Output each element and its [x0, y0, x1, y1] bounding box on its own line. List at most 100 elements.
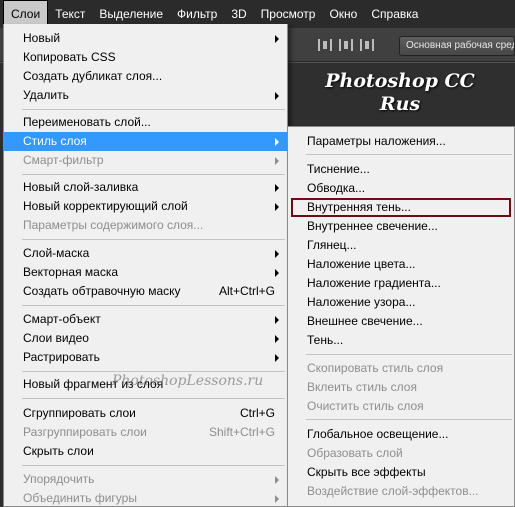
menu-item-label: Глобальное освещение... — [307, 427, 449, 441]
menu-item-label: Глянец... — [307, 238, 357, 252]
menu-item-duplicate-layer[interactable]: Создать дубликат слоя... — [4, 67, 287, 86]
menu-item-smart-filter[interactable]: Смарт-фильтр — [4, 151, 287, 170]
menu-item-shortcut: Ctrl+G — [239, 406, 275, 420]
menu-item-blending-options[interactable]: Параметры наложения... — [288, 132, 514, 151]
menu-item-label: Объединить фигуры — [23, 491, 137, 505]
menu-item-label: Смарт-объект — [23, 312, 101, 326]
menu-item-copy-layer-style[interactable]: Скопировать стиль слоя — [288, 359, 514, 378]
menu-separator — [306, 354, 512, 355]
submenu-arrow-icon — [275, 138, 279, 146]
menu-item-label: Воздействие слой-эффектов... — [307, 484, 479, 498]
menu-item-label: Наложение цвета... — [307, 257, 416, 271]
menu-item-label: Копировать CSS — [23, 50, 116, 64]
menu-item-label: Тень... — [307, 333, 344, 347]
layer-style-submenu: Параметры наложения... Тиснение... Обвод… — [287, 126, 515, 507]
menu-item-inner-shadow[interactable]: Внутренняя тень... — [291, 198, 511, 217]
menu-item-video-layers[interactable]: Слои видео — [4, 329, 287, 348]
submenu-arrow-icon — [275, 335, 279, 343]
menu-item-satin[interactable]: Глянец... — [288, 236, 514, 255]
menu-item-drop-shadow[interactable]: Тень... — [288, 331, 514, 350]
menu-separator — [22, 465, 285, 466]
menu-item-new[interactable]: Новый — [4, 29, 287, 48]
menu-item-scale-effects[interactable]: Воздействие слой-эффектов... — [288, 482, 514, 501]
menu-item-new-adjustment-layer[interactable]: Новый корректирующий слой — [4, 197, 287, 216]
menu-item-vector-mask[interactable]: Векторная маска — [4, 263, 287, 282]
menu-item-hide-layers[interactable]: Скрыть слои — [4, 442, 287, 461]
menu-item-label: Создать дубликат слоя... — [23, 69, 163, 83]
align-right-icon[interactable] — [360, 39, 374, 51]
menu-item-label: Переименовать слой... — [23, 115, 151, 129]
menu-item-pattern-overlay[interactable]: Наложение узора... — [288, 293, 514, 312]
menu-item-create-layer[interactable]: Образовать слой — [288, 444, 514, 463]
menu-separator — [22, 305, 285, 306]
menu-item-rasterize[interactable]: Растрировать — [4, 348, 287, 367]
workspace-select[interactable]: Основная рабочая среда — [399, 36, 515, 56]
menu-item-stroke[interactable]: Обводка... — [288, 179, 514, 198]
menu-item-smart-object[interactable]: Смарт-объект — [4, 310, 287, 329]
menu-item-label: Скопировать стиль слоя — [307, 361, 444, 375]
menu-separator — [306, 154, 512, 155]
menu-help[interactable]: Справка — [364, 0, 425, 28]
submenu-arrow-icon — [275, 184, 279, 192]
menu-item-delete[interactable]: Удалить — [4, 86, 287, 105]
align-center-icon[interactable] — [339, 39, 353, 51]
menu-item-rename-layer[interactable]: Переименовать слой... — [4, 113, 287, 132]
menu-item-outer-glow[interactable]: Внешнее свечение... — [288, 312, 514, 331]
menu-item-color-overlay[interactable]: Наложение цвета... — [288, 255, 514, 274]
layer-menu: Новый Копировать CSS Создать дубликат сл… — [3, 24, 288, 507]
menu-item-layer-style[interactable]: Стиль слоя — [4, 132, 287, 151]
menu-item-label: Наложение градиента... — [307, 276, 441, 290]
menu-item-create-clipping-mask[interactable]: Создать обтравочную маску Alt+Ctrl+G — [4, 282, 287, 301]
menu-item-layer-mask[interactable]: Слой-маска — [4, 244, 287, 263]
menu-item-label: Разгруппировать слои — [23, 425, 147, 439]
submenu-arrow-icon — [275, 269, 279, 277]
menu-item-label: Тиснение... — [307, 162, 370, 176]
menu-item-new-fill-layer[interactable]: Новый слой-заливка — [4, 178, 287, 197]
submenu-arrow-icon — [275, 495, 279, 503]
menu-item-combine-shapes[interactable]: Объединить фигуры — [4, 489, 287, 507]
menu-item-bevel-emboss[interactable]: Тиснение... — [288, 160, 514, 179]
menu-item-clear-layer-style[interactable]: Очистить стиль слоя — [288, 397, 514, 416]
menu-item-label: Параметры наложения... — [307, 134, 446, 148]
menu-item-global-light[interactable]: Глобальное освещение... — [288, 425, 514, 444]
menu-item-arrange[interactable]: Упорядочить — [4, 470, 287, 489]
submenu-arrow-icon — [275, 203, 279, 211]
menu-item-label: Слой-маска — [23, 246, 90, 260]
menu-separator — [22, 398, 285, 399]
menu-item-ungroup-layers[interactable]: Разгруппировать слои Shift+Ctrl+G — [4, 423, 287, 442]
menu-item-gradient-overlay[interactable]: Наложение градиента... — [288, 274, 514, 293]
menu-item-label: Растрировать — [23, 350, 100, 364]
menu-item-label: Сгруппировать слои — [23, 406, 136, 420]
watermark: PhotoshopLessons.ru — [112, 373, 264, 389]
menu-item-label: Параметры содержимого слоя... — [23, 218, 204, 232]
brand-line-2: Rus — [379, 93, 421, 115]
menu-item-label: Смарт-фильтр — [23, 153, 104, 167]
menu-item-label: Создать обтравочную маску — [23, 284, 181, 298]
submenu-arrow-icon — [275, 476, 279, 484]
menu-item-paste-layer-style[interactable]: Вклеить стиль слоя — [288, 378, 514, 397]
submenu-arrow-icon — [275, 354, 279, 362]
menu-separator — [22, 239, 285, 240]
menu-item-inner-glow[interactable]: Внутреннее свечение... — [288, 217, 514, 236]
menu-separator — [22, 174, 285, 175]
menu-item-label: Наложение узора... — [307, 295, 416, 309]
align-left-icon[interactable] — [318, 39, 332, 51]
menu-item-label: Внешнее свечение... — [307, 314, 423, 328]
submenu-arrow-icon — [275, 92, 279, 100]
menu-item-layer-content-options[interactable]: Параметры содержимого слоя... — [4, 216, 287, 235]
menu-item-label: Скрыть все эффекты — [307, 465, 426, 479]
menu-item-label: Образовать слой — [307, 446, 403, 460]
menu-item-shortcut: Shift+Ctrl+G — [208, 425, 275, 439]
submenu-arrow-icon — [275, 316, 279, 324]
menu-item-copy-css[interactable]: Копировать CSS — [4, 48, 287, 67]
menu-item-label: Очистить стиль слоя — [307, 399, 424, 413]
menu-separator — [22, 371, 285, 372]
menu-item-shortcut: Alt+Ctrl+G — [218, 284, 275, 298]
submenu-arrow-icon — [275, 157, 279, 165]
menu-item-label: Скрыть слои — [23, 444, 94, 458]
menu-item-group-layers[interactable]: Сгруппировать слои Ctrl+G — [4, 404, 287, 423]
menu-item-hide-all-effects[interactable]: Скрыть все эффекты — [288, 463, 514, 482]
menu-separator — [306, 419, 512, 420]
menu-window[interactable]: Окно — [322, 0, 364, 28]
menu-item-label: Стиль слоя — [23, 134, 87, 148]
